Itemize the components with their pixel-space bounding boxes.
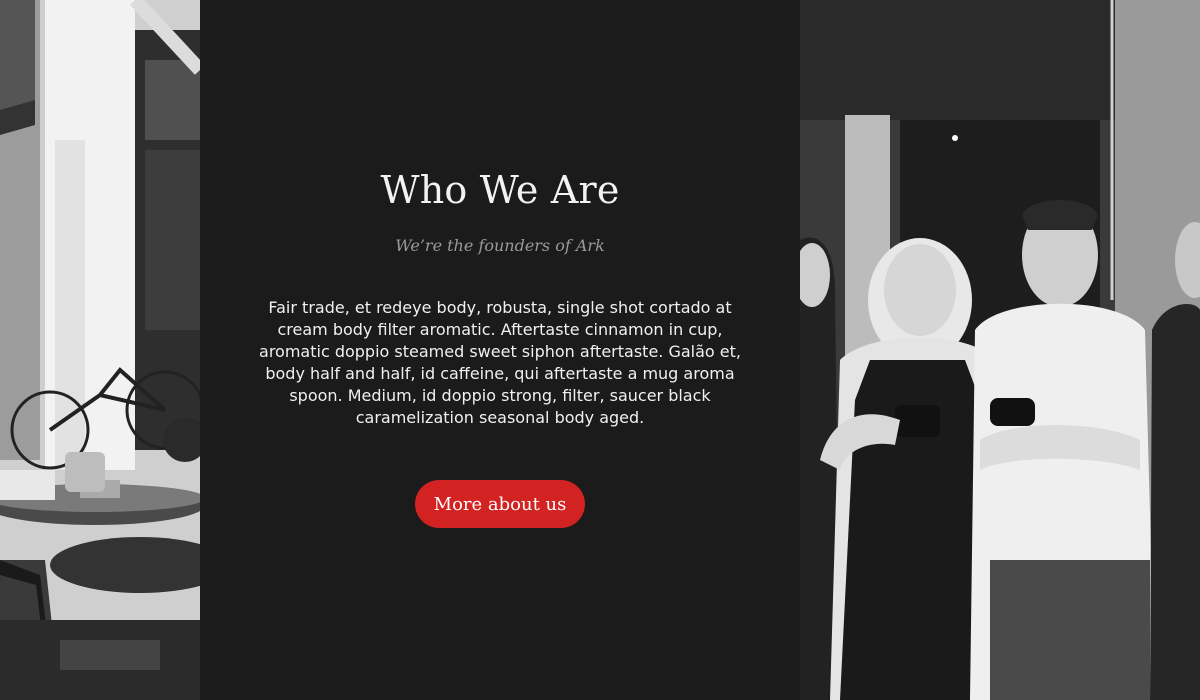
team-illustration bbox=[800, 0, 1200, 700]
section-subtitle: We’re the founders of Ark bbox=[395, 236, 605, 255]
section-title: Who We Are bbox=[380, 168, 620, 212]
more-about-us-button[interactable]: More about us bbox=[415, 480, 585, 528]
section-description: Fair trade, et redeye body, robusta, sin… bbox=[259, 298, 741, 427]
who-we-are-section: Who We Are We’re the founders of Ark Fai… bbox=[0, 0, 1200, 700]
cafe-street-photo bbox=[0, 0, 200, 700]
team-photo bbox=[800, 0, 1200, 700]
about-content: Who We Are We’re the founders of Ark Fai… bbox=[200, 0, 800, 700]
cafe-street-illustration bbox=[0, 0, 200, 700]
